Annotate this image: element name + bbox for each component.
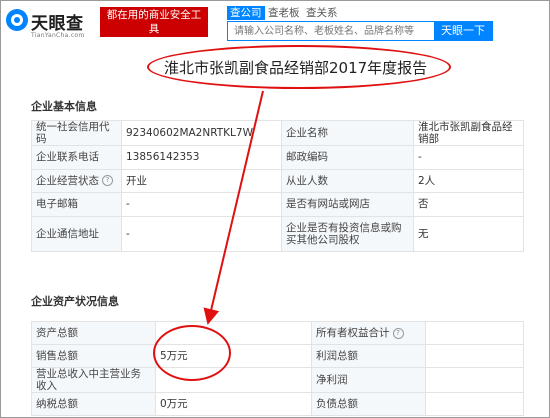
page-frame: 天眼查 TianYanCha.com 都在用的商业安全工具 查公司 查老板 查关… <box>0 0 550 418</box>
annotation-arrow <box>203 90 264 325</box>
arrow-line <box>203 90 264 325</box>
